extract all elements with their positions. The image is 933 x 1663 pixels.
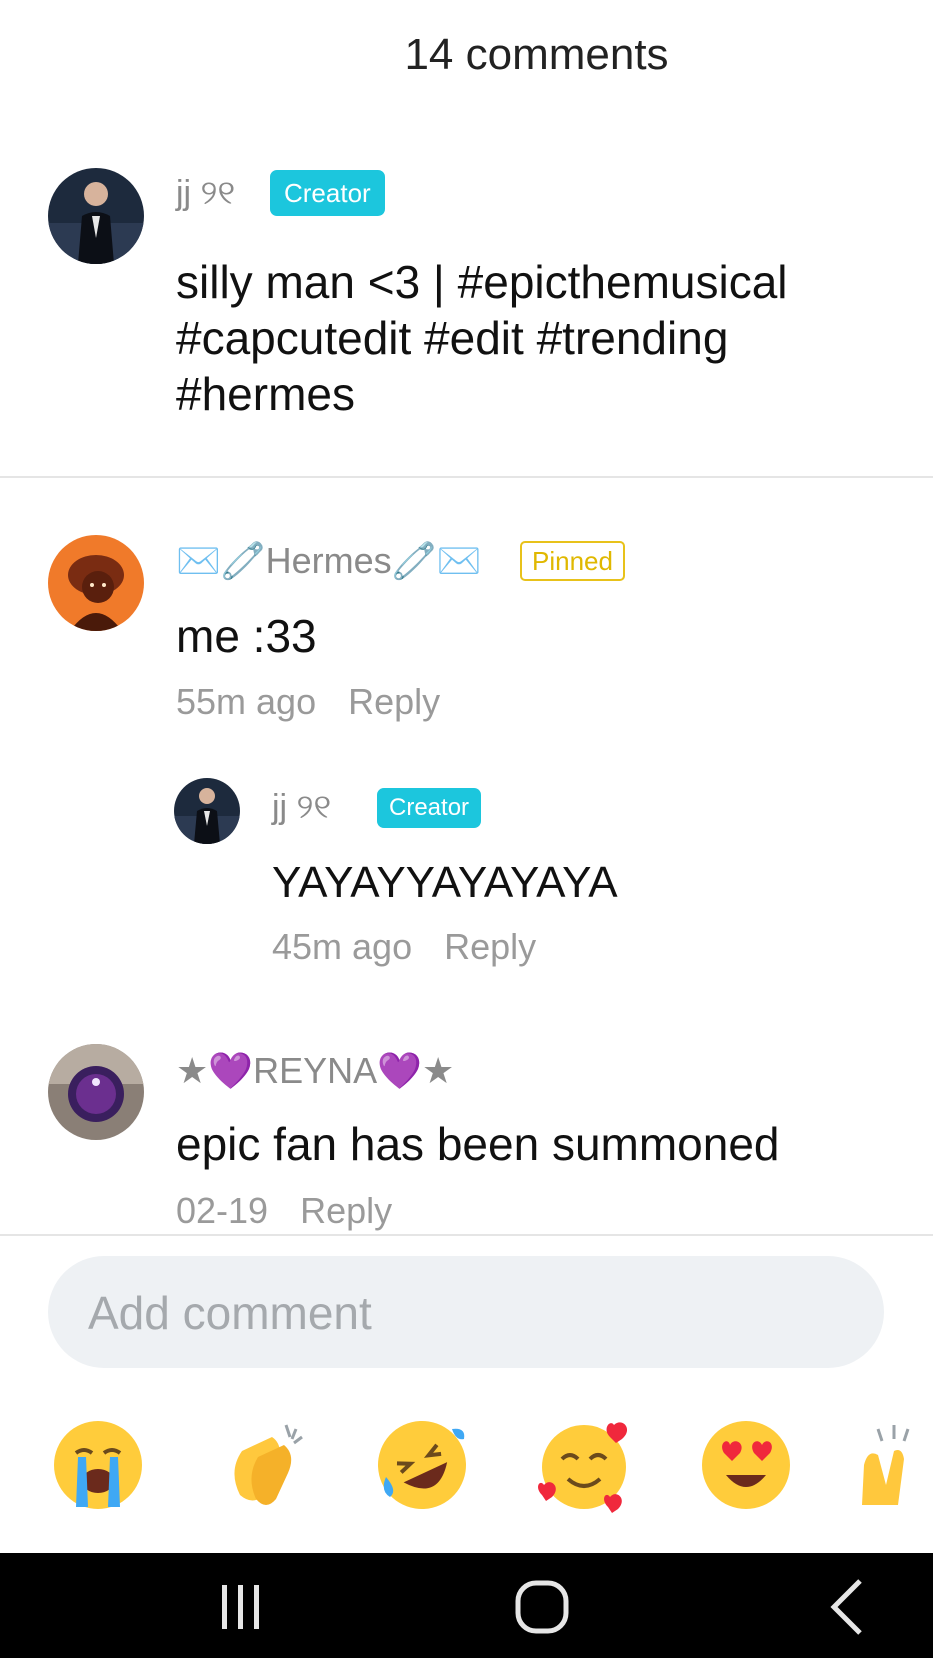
comment-composer[interactable] [48, 1256, 884, 1370]
system-navigation-bar [0, 1553, 933, 1658]
clapping-hands-emoji-icon[interactable] [210, 1415, 310, 1515]
comments-count-title: 14 comments [404, 30, 669, 79]
creator-badge: Creator [270, 170, 385, 216]
loudly-crying-emoji-icon[interactable] [48, 1415, 148, 1515]
comment-text: epic fan has been summoned [176, 1118, 780, 1170]
comment-username[interactable]: ★💜REYNA💜★ [176, 1050, 454, 1092]
quick-emoji-row [0, 1415, 933, 1525]
avatar-jj[interactable] [174, 778, 240, 844]
reply-meta: 45m ago Reply [272, 926, 536, 968]
comment-meta: 55m ago Reply [176, 681, 440, 723]
comment-time: 02-19 [176, 1190, 269, 1231]
comment-text: me :33 [176, 610, 317, 662]
pinned-badge: Pinned [520, 541, 625, 581]
comment-time: 45m ago [272, 926, 413, 967]
avatar-hermes[interactable] [48, 535, 144, 631]
creator-badge: Creator [377, 788, 482, 828]
reply-text: YAYAYYAYAYAYA [272, 858, 618, 907]
avatar-jj[interactable] [48, 168, 144, 264]
home-icon[interactable] [482, 1553, 602, 1658]
recent-apps-icon[interactable] [180, 1553, 300, 1658]
avatar-reyna[interactable] [48, 1044, 144, 1140]
comments-header: 14 comments [0, 0, 933, 110]
reply-username[interactable]: jj ୨୧ [272, 788, 331, 827]
reply-button[interactable]: Reply [348, 681, 440, 722]
rofl-emoji-icon[interactable] [372, 1415, 472, 1515]
comment-username[interactable]: ✉️🧷Hermes🧷✉️ [176, 540, 481, 582]
smiling-face-with-hearts-emoji-icon[interactable] [534, 1415, 634, 1515]
raising-hands-emoji-icon[interactable] [858, 1415, 933, 1515]
reply-button[interactable]: Reply [300, 1190, 392, 1231]
back-icon[interactable] [788, 1553, 908, 1658]
caption-username[interactable]: jj ୨୧ [176, 174, 235, 213]
comment-time: 55m ago [176, 681, 317, 722]
caption-text: silly man <3 | #epicthemusical #capcuted… [176, 256, 788, 420]
reply-button[interactable]: Reply [444, 926, 536, 967]
add-comment-input[interactable] [86, 1256, 850, 1370]
divider [0, 476, 933, 478]
heart-eyes-emoji-icon[interactable] [696, 1415, 796, 1515]
comment-meta: 02-19 Reply [176, 1190, 392, 1232]
divider [0, 1234, 933, 1236]
